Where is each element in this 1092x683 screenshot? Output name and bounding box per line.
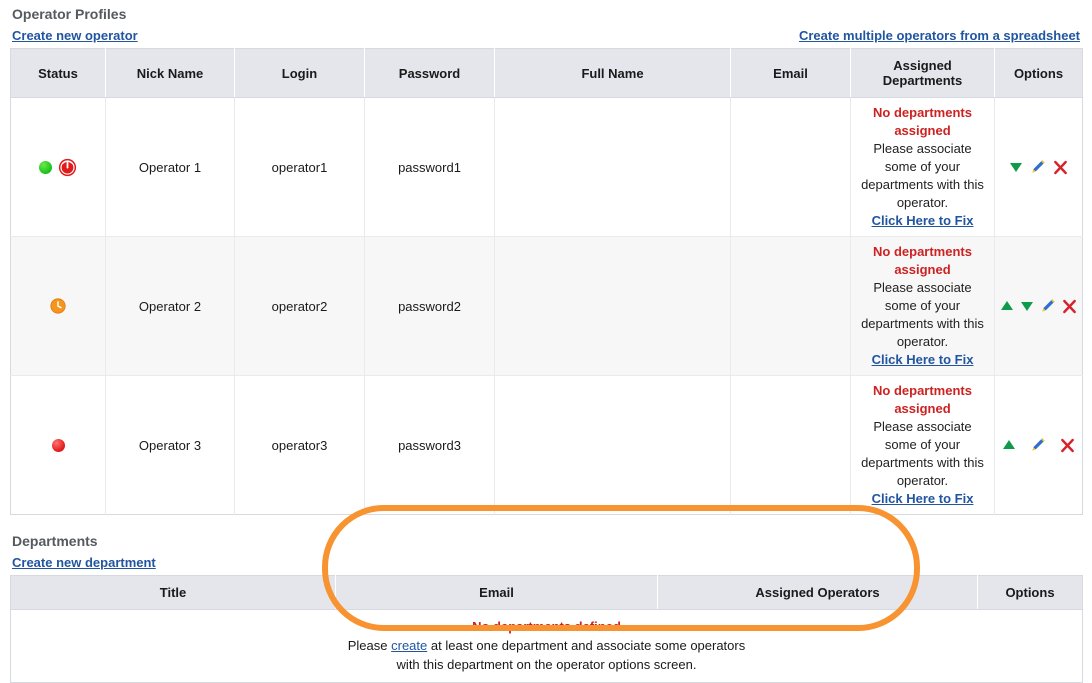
move-down-icon[interactable] [1009,161,1023,173]
column-header-assigned-departments: Assigned Departments [850,48,995,98]
password-cell: password3 [364,375,495,515]
options-cell [995,376,1083,515]
password-cell: password1 [364,97,495,237]
full-name-cell [494,97,731,237]
column-header-password: Password [364,48,495,98]
login-cell: operator2 [234,236,365,376]
operator-table-header-row: Status Nick Name Login Password Full Nam… [10,48,1083,98]
options-cell [994,236,1083,376]
status-cell [10,97,106,237]
column-header-options: Options [977,575,1083,610]
move-down-icon[interactable] [1020,300,1034,312]
column-header-email: Email [730,48,851,98]
departments-title: Departments [12,533,98,549]
departments-empty-row: No departments defined Please create at … [11,610,1083,683]
nick-name-cell: Operator 2 [105,236,235,376]
column-header-nick-name: Nick Name [105,48,235,98]
email-cell [730,375,851,515]
departments-table: Title Email Assigned Operators Options N… [10,575,1083,683]
create-new-department-link[interactable]: Create new department [12,555,156,570]
nick-name-cell: Operator 1 [105,97,235,237]
create-new-operator-link[interactable]: Create new operator [12,28,138,43]
edit-icon[interactable] [1030,437,1046,453]
table-row: Operator 2 operator2 password2 No depart… [10,236,1083,376]
login-cell: operator3 [234,375,365,515]
email-cell [730,97,851,237]
delete-icon[interactable] [1053,160,1068,175]
status-cell [10,236,106,376]
no-departments-description: Please associate some of your department… [861,280,984,349]
column-header-login: Login [234,48,365,98]
assigned-departments-cell: No departments assigned Please associate… [850,375,995,515]
operator-links-row: Create new operator Create multiple oper… [10,24,1082,48]
online-dot-icon [39,160,52,174]
click-here-to-fix-link[interactable]: Click Here to Fix [872,491,974,506]
create-multiple-operators-link[interactable]: Create multiple operators from a spreads… [799,28,1080,43]
column-header-full-name: Full Name [494,48,731,98]
full-name-cell [494,236,731,376]
departments-links-row: Create new department [10,551,1082,575]
column-header-title: Title [10,575,336,610]
power-off-button-icon[interactable] [58,158,77,177]
delete-icon[interactable] [1062,299,1077,314]
empty-text-line2: with this department on the operator opt… [396,657,697,672]
no-departments-warning: No departments assigned [873,244,972,277]
page-root: Operator Profiles Create new operator Cr… [0,0,1092,683]
table-row: Operator 1 operator1 password1 No depart… [10,97,1083,237]
assigned-departments-cell: No departments assigned Please associate… [850,97,995,237]
email-cell [730,236,851,376]
status-cell [10,375,106,515]
move-up-icon[interactable] [1000,300,1014,312]
empty-text-pre: Please [347,638,392,653]
no-departments-warning: No departments assigned [873,105,972,138]
operator-profiles-title: Operator Profiles [12,6,127,22]
table-row: Operator 3 operator3 password3 No depart… [10,375,1083,515]
click-here-to-fix-link[interactable]: Click Here to Fix [872,352,974,367]
password-cell: password2 [364,236,495,376]
full-name-cell [494,375,731,515]
no-departments-warning: No departments assigned [873,383,972,416]
create-department-inline-link[interactable]: create [391,638,427,653]
departments-empty-cell: No departments defined Please create at … [11,610,1083,683]
edit-icon[interactable] [1040,298,1056,314]
column-header-status: Status [10,48,106,98]
no-departments-defined-warning: No departments defined [472,619,621,634]
departments-table-header-row: Title Email Assigned Operators Options [10,575,1083,610]
no-departments-description: Please associate some of your department… [861,419,984,488]
move-up-icon[interactable] [1002,439,1016,451]
offline-dot-icon [51,438,65,452]
column-header-email: Email [335,575,658,610]
away-clock-icon [50,298,66,314]
edit-icon[interactable] [1030,159,1046,175]
empty-text-post: at least one department and associate so… [427,638,746,653]
column-header-options: Options [994,48,1083,98]
no-departments-defined-description: Please create at least one department an… [15,636,1078,674]
assigned-departments-cell: No departments assigned Please associate… [850,236,995,376]
operator-profiles-table: Status Nick Name Login Password Full Nam… [10,48,1083,515]
column-header-assigned-operators: Assigned Operators [657,575,978,610]
no-departments-description: Please associate some of your department… [861,141,984,210]
nick-name-cell: Operator 3 [105,375,235,515]
click-here-to-fix-link[interactable]: Click Here to Fix [872,213,974,228]
login-cell: operator1 [234,97,365,237]
options-cell [994,97,1083,237]
delete-icon[interactable] [1060,438,1075,453]
